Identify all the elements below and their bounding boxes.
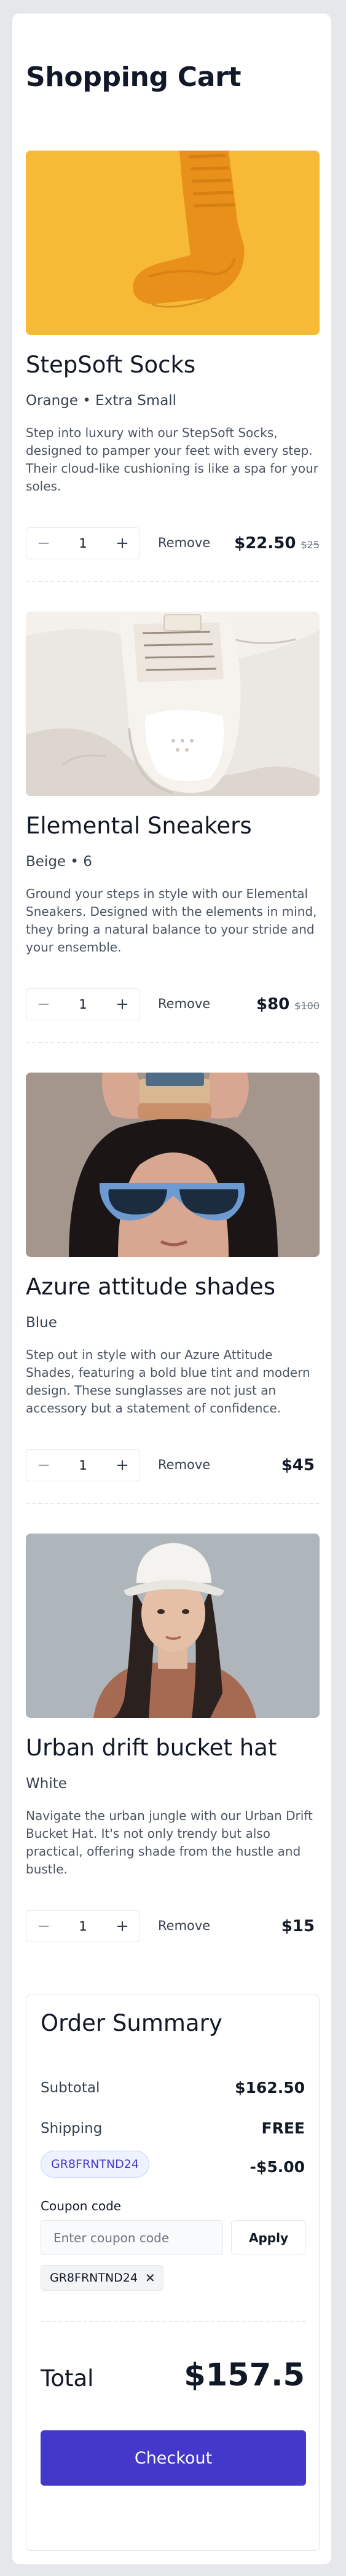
checkout-button[interactable]: Checkout	[41, 2430, 306, 2486]
coupon-input[interactable]	[41, 2220, 223, 2255]
item-price: $80	[256, 995, 290, 1014]
quantity-value: 1	[79, 997, 87, 1012]
summary-divider	[41, 2321, 306, 2322]
item-name: StepSoft Socks	[26, 352, 196, 378]
plus-icon[interactable]: +	[105, 989, 140, 1020]
discount-value: -$5.00	[250, 2158, 305, 2176]
quantity-value: 1	[79, 1919, 87, 1934]
quantity-stepper: − 1 +	[26, 1910, 140, 1942]
item-description: Navigate the urban jungle with our Urban…	[26, 1808, 313, 1877]
minus-icon[interactable]: −	[26, 1911, 61, 1942]
quantity-stepper: − 1 +	[26, 988, 140, 1020]
item-variant: Orange • Extra Small	[26, 393, 177, 409]
minus-icon[interactable]: −	[26, 528, 61, 559]
item-variant: White	[26, 1776, 67, 1792]
minus-icon[interactable]: −	[26, 989, 61, 1020]
item-description: Step into luxury with our StepSoft Socks…	[26, 425, 319, 494]
quantity-stepper: − 1 +	[26, 527, 140, 559]
item-price: $22.50	[234, 534, 296, 553]
cart-page: Shopping Cart StepSoft Socks Orange • Ex…	[12, 14, 331, 2564]
close-icon[interactable]: ✕	[145, 2271, 155, 2285]
item-price: $15	[281, 1917, 315, 1936]
price-group: $22.50 $25	[234, 534, 320, 553]
remove-button[interactable]: Remove	[158, 535, 210, 550]
coupon-label: Coupon code	[41, 2199, 122, 2213]
plus-icon[interactable]: +	[105, 528, 140, 559]
item-image-socks	[26, 151, 320, 335]
applied-coupon-chip: GR8FRNTND24 ✕	[41, 2265, 163, 2291]
remove-button[interactable]: Remove	[158, 996, 210, 1011]
quantity-value: 1	[79, 536, 87, 551]
remove-button[interactable]: Remove	[158, 1457, 210, 1472]
item-variant: Blue	[26, 1315, 57, 1331]
shipping-value: FREE	[261, 2119, 305, 2137]
minus-icon[interactable]: −	[26, 1450, 61, 1481]
quantity-value: 1	[79, 1458, 87, 1473]
discount-code-badge: GR8FRNTND24	[41, 2151, 149, 2178]
item-image-shades	[26, 1073, 320, 1257]
item-name: Azure attitude shades	[26, 1274, 275, 1300]
item-description: Step out in style with our Azure Attitud…	[26, 1347, 310, 1416]
item-price: $45	[281, 1456, 315, 1475]
order-summary: Order Summary Subtotal $162.50 Shipping …	[26, 1995, 320, 2551]
item-name: Urban drift bucket hat	[26, 1735, 277, 1761]
remove-button[interactable]: Remove	[158, 1918, 210, 1933]
item-image-bucket-hat	[26, 1534, 320, 1718]
plus-icon[interactable]: +	[105, 1911, 140, 1942]
price-group: $80 $100	[256, 995, 320, 1014]
item-divider	[26, 581, 320, 582]
item-image-sneakers	[26, 612, 320, 796]
apply-coupon-button[interactable]: Apply	[231, 2220, 306, 2255]
item-description: Ground your steps in style with our Elem…	[26, 886, 317, 955]
total-label: Total	[41, 2365, 94, 2392]
applied-coupon-code: GR8FRNTND24	[50, 2271, 138, 2285]
total-value: $157.5	[184, 2357, 305, 2393]
shipping-label: Shipping	[41, 2121, 103, 2137]
price-group: $45	[281, 1456, 320, 1475]
item-original-price: $100	[294, 1000, 320, 1012]
subtotal-value: $162.50	[235, 2079, 305, 2097]
item-original-price: $25	[301, 539, 320, 551]
item-divider	[26, 1503, 320, 1504]
price-group: $15	[281, 1917, 320, 1936]
item-name: Elemental Sneakers	[26, 813, 252, 839]
quantity-stepper: − 1 +	[26, 1449, 140, 1481]
item-variant: Beige • 6	[26, 854, 92, 870]
subtotal-label: Subtotal	[41, 2080, 100, 2096]
item-divider	[26, 1042, 320, 1043]
plus-icon[interactable]: +	[105, 1450, 140, 1481]
page-title: Shopping Cart	[26, 61, 242, 93]
summary-title: Order Summary	[41, 2010, 222, 2036]
